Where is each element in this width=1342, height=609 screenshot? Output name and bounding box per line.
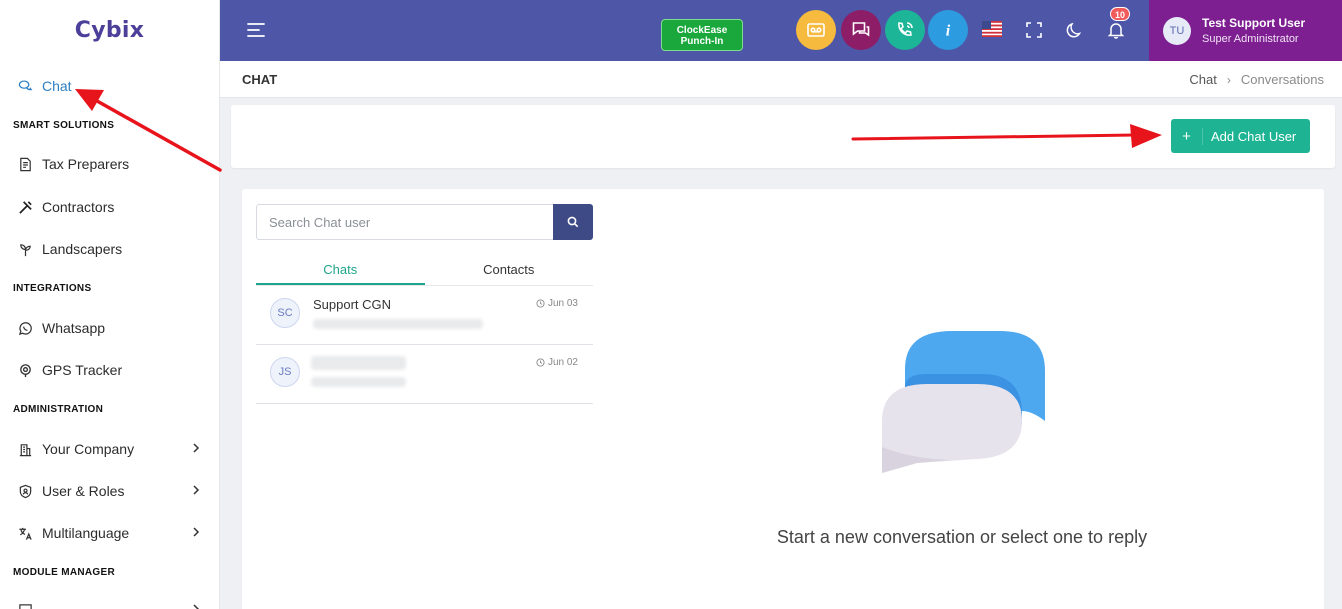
sidebar-item-multilanguage[interactable]: Multilanguage [16, 521, 203, 545]
shield-icon [16, 482, 34, 500]
sidebar-item-label: Your Company [42, 441, 135, 457]
chevron-right-icon [193, 485, 200, 495]
action-card: + Add Chat User [231, 105, 1335, 168]
sidebar-item-label: GPS Tracker [42, 362, 123, 378]
page-header: CHAT Chat › Conversations [220, 61, 1342, 98]
clockease-punch-in-button[interactable]: ClockEase Punch-In [661, 19, 743, 51]
section-module-manager: MODULE MANAGER [13, 567, 115, 578]
conversation-item[interactable]: JS Jun 02 [256, 345, 593, 404]
sidebar-item-partial[interactable] [16, 598, 203, 609]
voicemail-icon [807, 23, 825, 37]
page-title: CHAT [242, 72, 278, 87]
sidebar-item-contractors[interactable]: Contractors [16, 195, 203, 219]
tab-contacts[interactable]: Contacts [425, 256, 594, 285]
tools-icon [16, 198, 34, 216]
tab-chats[interactable]: Chats [256, 256, 425, 285]
breadcrumb-conversations: Conversations [1240, 72, 1324, 87]
sidebar-item-label: Whatsapp [42, 320, 106, 336]
whatsapp-icon [16, 319, 34, 337]
clock-icon [536, 358, 545, 367]
search-button[interactable] [553, 204, 593, 240]
menu-toggle-icon[interactable] [246, 21, 266, 39]
chat-bubbles-illustration [882, 331, 1045, 473]
user-role: Super Administrator [1202, 33, 1299, 45]
user-profile-menu[interactable]: TU Test Support User Super Administrator [1149, 0, 1342, 61]
sidebar-item-label: Tax Preparers [42, 156, 130, 172]
document-icon [16, 155, 34, 173]
section-integrations: INTEGRATIONS [13, 283, 92, 294]
chat-panel: Chats Contacts SC Support CGN Jun 03 JS … [242, 189, 1324, 609]
sidebar-item-landscapers[interactable]: Landscapers [16, 237, 203, 261]
avatar: SC [270, 298, 300, 328]
sidebar-item-label: Multilanguage [42, 525, 130, 541]
building-icon [16, 440, 34, 458]
sidebar-item-label: Chat [42, 78, 72, 94]
chevron-right-icon [193, 527, 200, 537]
blurred-message-preview [311, 377, 406, 387]
conversation-date: Jun 02 [536, 357, 578, 368]
sidebar-item-label: Contractors [42, 199, 115, 215]
breadcrumb: Chat › Conversations [1189, 72, 1324, 87]
us-flag-icon[interactable] [982, 21, 1002, 37]
voicemail-button[interactable] [796, 10, 836, 50]
sidebar-item-gps-tracker[interactable]: GPS Tracker [16, 358, 203, 382]
search-chat-user-input[interactable] [256, 204, 553, 240]
conversation-name: Support CGN [313, 297, 392, 312]
location-icon [16, 361, 34, 379]
chat-search [256, 204, 593, 240]
messages-button[interactable] [841, 10, 881, 50]
blurred-contact-name [311, 356, 406, 370]
translate-icon [16, 524, 34, 542]
sidebar-item-user-roles[interactable]: User & Roles [16, 479, 203, 503]
brand-logo[interactable]: Cybix [0, 0, 219, 61]
top-navbar: ClockEase Punch-In i 10 TU Test Support … [220, 0, 1342, 61]
section-smart-solutions: SMART SOLUTIONS [13, 120, 115, 131]
sidebar-item-whatsapp[interactable]: Whatsapp [16, 316, 203, 340]
blurred-message-preview [313, 319, 483, 329]
grid-icon [16, 601, 34, 609]
conversation-date: Jun 03 [536, 298, 578, 309]
fullscreen-icon[interactable] [1025, 21, 1043, 39]
phone-icon [898, 22, 913, 36]
sidebar-item-label: User & Roles [42, 483, 125, 499]
empty-state-message: Start a new conversation or select one t… [776, 527, 1148, 547]
phone-button[interactable] [885, 10, 925, 50]
sidebar-item-chat[interactable]: Chat [16, 74, 203, 98]
avatar: TU [1163, 16, 1191, 45]
clock-icon [536, 299, 545, 308]
conversation-item[interactable]: SC Support CGN Jun 03 [256, 286, 593, 345]
notification-badge: 10 [1110, 7, 1131, 21]
section-administration: ADMINISTRATION [13, 404, 104, 415]
messages-icon [852, 22, 870, 37]
sidebar: Cybix Chat SMART SOLUTIONS Tax Preparers… [0, 0, 220, 609]
info-button[interactable]: i [928, 10, 968, 50]
add-chat-user-button[interactable]: + Add Chat User [1171, 119, 1310, 153]
svg-text:i: i [946, 23, 951, 40]
info-icon: i [946, 23, 951, 40]
sidebar-item-your-company[interactable]: Your Company [16, 437, 203, 461]
add-chat-user-label: Add Chat User [1211, 128, 1297, 144]
plant-icon [16, 240, 34, 258]
notification-bell-icon[interactable] [1107, 21, 1125, 39]
chevron-right-icon [193, 443, 200, 453]
chat-tabs: Chats Contacts [256, 256, 593, 286]
chevron-right-icon [193, 604, 200, 609]
chat-icon [16, 77, 34, 95]
sidebar-item-tax-preparers[interactable]: Tax Preparers [16, 152, 203, 176]
avatar: JS [270, 357, 300, 387]
plus-icon: + [1171, 127, 1203, 145]
search-icon [567, 216, 579, 228]
user-name: Test Support User [1202, 16, 1306, 30]
breadcrumb-separator: › [1226, 72, 1231, 87]
sidebar-item-label: Landscapers [42, 241, 123, 257]
breadcrumb-chat[interactable]: Chat [1189, 72, 1216, 87]
dark-mode-icon[interactable] [1066, 21, 1084, 39]
